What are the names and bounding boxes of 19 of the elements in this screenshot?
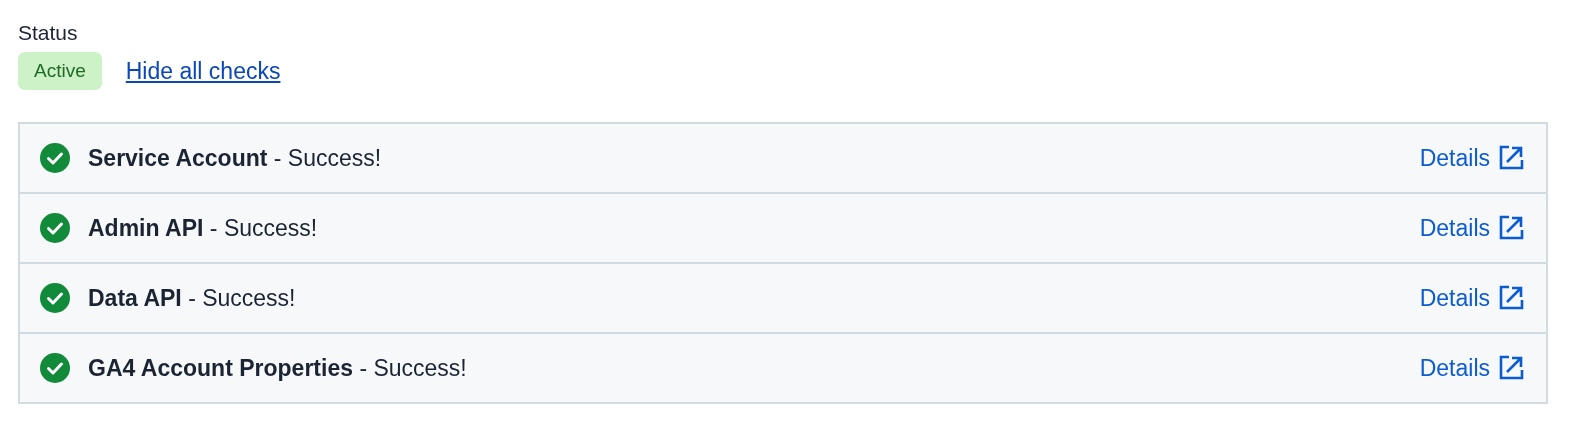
check-text: Admin API - Success! [88,214,319,242]
status-badge: Active [18,52,102,90]
check-text: Data API - Success! [88,284,297,312]
external-link-icon [1498,285,1524,311]
external-link-icon [1498,145,1524,171]
check-circle-icon [40,283,70,313]
check-circle-icon [40,353,70,383]
status-label: Status [18,20,79,46]
details-link[interactable]: Details [1419,354,1524,382]
details-link[interactable]: Details [1419,144,1524,172]
check-circle-icon [40,213,70,243]
details-link[interactable]: Details [1419,214,1524,242]
check-text: GA4 Account Properties - Success! [88,354,468,382]
external-link-icon [1498,215,1524,241]
check-circle-icon [40,143,70,173]
check-text: Service Account - Success! [88,144,383,172]
external-link-icon [1498,355,1524,381]
hide-checks-link[interactable]: Hide all checks [125,57,281,85]
details-link[interactable]: Details [1419,284,1524,312]
